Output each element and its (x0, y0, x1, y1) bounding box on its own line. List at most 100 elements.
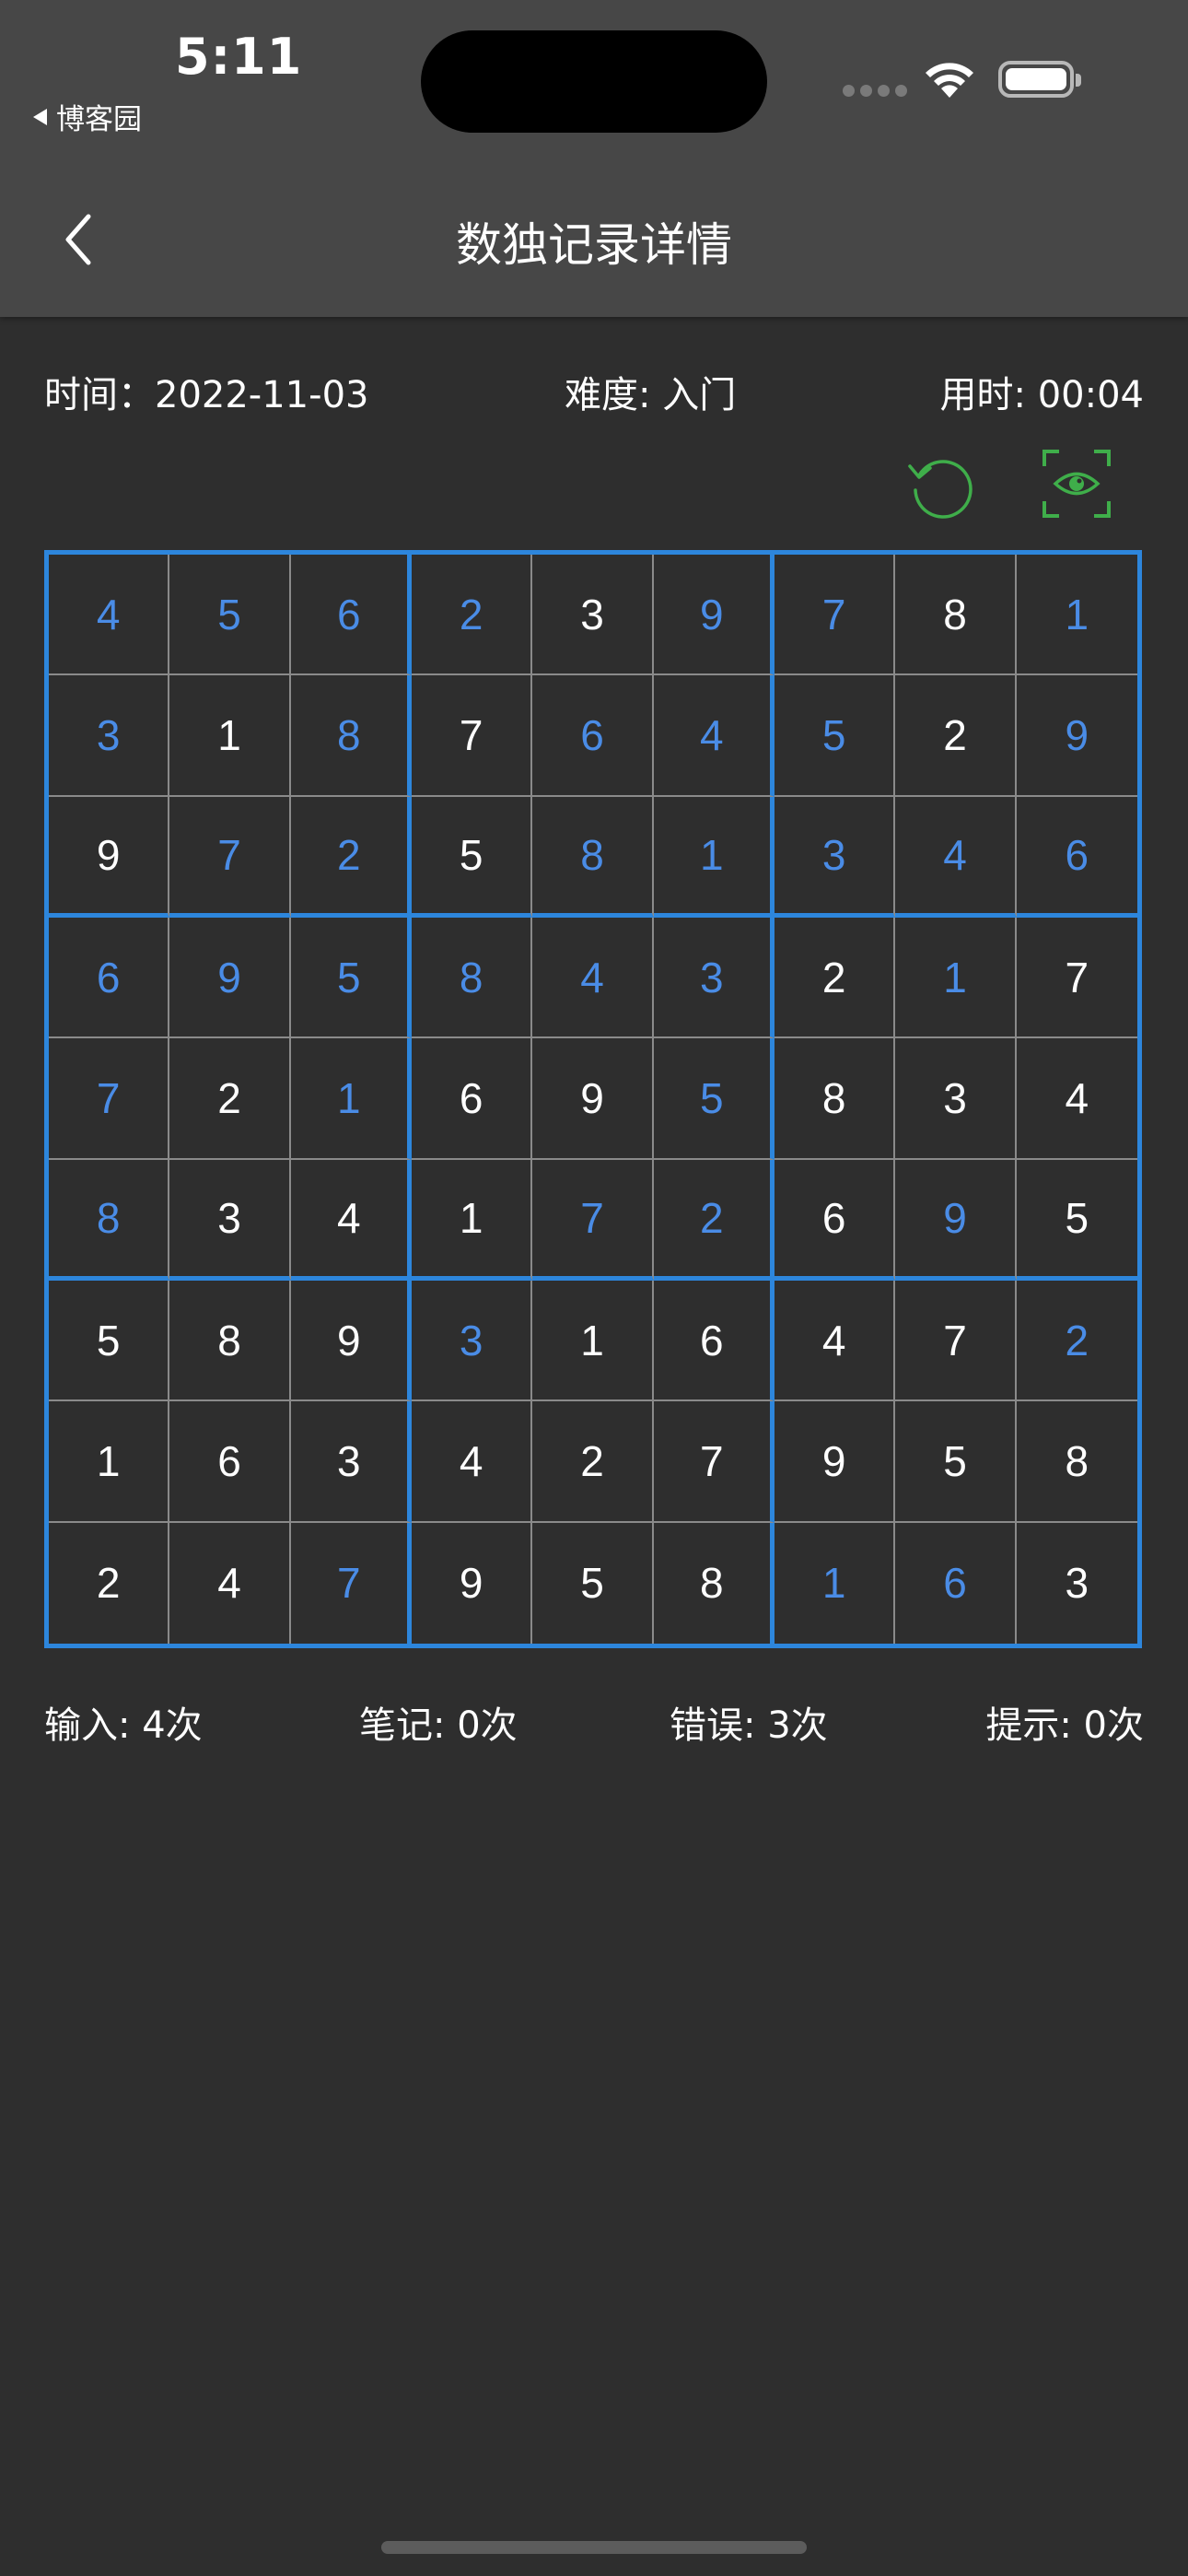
sudoku-board: 4562397813187645299725813466958432177216… (44, 550, 1142, 1648)
sudoku-cell-r2c8[interactable]: 2 (895, 675, 1017, 797)
sudoku-cell-r9c9[interactable]: 3 (1017, 1523, 1137, 1644)
sudoku-cell-r1c3[interactable]: 6 (290, 555, 412, 676)
sudoku-cell-r8c3[interactable]: 3 (290, 1401, 412, 1523)
sudoku-cell-r2c9[interactable]: 9 (1016, 675, 1137, 797)
sudoku-cell-r5c3[interactable]: 1 (290, 1038, 412, 1160)
sudoku-cell-r1c8[interactable]: 8 (895, 555, 1017, 676)
sudoku-cell-r8c6[interactable]: 7 (653, 1401, 775, 1523)
sudoku-cell-r5c4[interactable]: 6 (411, 1038, 533, 1160)
sudoku-cell-r8c8[interactable]: 5 (895, 1401, 1017, 1523)
stat-hints-count: 提示: 0次 (985, 1704, 1144, 1747)
sudoku-cell-r3c5[interactable]: 8 (532, 796, 654, 918)
back-triangle-icon (33, 108, 47, 125)
eye-scan-icon[interactable] (1042, 450, 1111, 518)
duration-label: 用时: (939, 374, 1038, 416)
sudoku-cell-r2c7[interactable]: 5 (774, 675, 896, 797)
sudoku-cell-r2c2[interactable]: 1 (169, 675, 291, 797)
sudoku-cell-r7c6[interactable]: 6 (653, 1280, 775, 1402)
sudoku-cell-r1c9[interactable]: 1 (1016, 555, 1137, 676)
sudoku-cell-r6c8[interactable]: 9 (895, 1159, 1017, 1281)
sudoku-cell-r4c7[interactable]: 2 (774, 917, 896, 1039)
sudoku-cell-r8c1[interactable]: 1 (49, 1401, 170, 1523)
sudoku-cell-r5c1[interactable]: 7 (49, 1038, 170, 1160)
sudoku-cell-r9c5[interactable]: 5 (532, 1522, 654, 1644)
sudoku-cell-r4c1[interactable]: 6 (49, 917, 170, 1039)
sudoku-cell-r9c6[interactable]: 8 (654, 1522, 775, 1644)
sudoku-cell-r4c9[interactable]: 7 (1016, 918, 1137, 1039)
sudoku-cell-r2c4[interactable]: 7 (411, 675, 533, 797)
record-duration: 用时: 00:04 (940, 365, 1144, 418)
sudoku-cell-r8c5[interactable]: 2 (532, 1401, 654, 1523)
sudoku-cell-r9c3[interactable]: 7 (291, 1522, 412, 1644)
sudoku-cell-r7c3[interactable]: 9 (290, 1280, 412, 1402)
sudoku-cell-r1c6[interactable]: 9 (653, 555, 775, 676)
sudoku-cell-r3c2[interactable]: 7 (169, 796, 291, 918)
sudoku-cell-r3c7[interactable]: 3 (774, 796, 896, 918)
sudoku-cell-r2c3[interactable]: 8 (290, 675, 412, 797)
page-title: 数独记录详情 (456, 218, 732, 272)
sudoku-cell-r1c1[interactable]: 4 (49, 555, 170, 676)
sudoku-cell-r7c7[interactable]: 4 (774, 1280, 896, 1402)
sudoku-cell-r6c2[interactable]: 3 (169, 1159, 291, 1281)
sudoku-cell-r6c5[interactable]: 7 (532, 1159, 654, 1281)
sudoku-cell-r7c1[interactable]: 5 (49, 1280, 170, 1402)
sudoku-cell-r4c5[interactable]: 4 (532, 917, 654, 1039)
sudoku-cell-r3c9[interactable]: 6 (1016, 797, 1137, 918)
sudoku-cell-r4c4[interactable]: 8 (411, 917, 533, 1039)
sudoku-cell-r1c4[interactable]: 2 (411, 555, 533, 676)
sudoku-cell-r3c3[interactable]: 2 (290, 796, 412, 918)
sudoku-cell-r9c1[interactable]: 2 (49, 1522, 170, 1644)
cellular-signal-icon (843, 85, 907, 97)
date-label: 时间： (44, 374, 155, 416)
sudoku-cell-r6c9[interactable]: 5 (1016, 1160, 1137, 1281)
sudoku-cell-r9c8[interactable]: 6 (895, 1522, 1017, 1644)
sudoku-cell-r8c2[interactable]: 6 (169, 1401, 291, 1523)
sudoku-cell-r3c1[interactable]: 9 (49, 796, 170, 918)
difficulty-value: 入门 (662, 374, 737, 416)
sudoku-cell-r7c9[interactable]: 2 (1016, 1281, 1137, 1402)
sudoku-cell-r4c3[interactable]: 5 (290, 917, 412, 1039)
sudoku-cell-r9c2[interactable]: 4 (169, 1522, 291, 1644)
stat-errors-count: 错误: 3次 (670, 1704, 828, 1747)
sudoku-cell-r8c9[interactable]: 8 (1016, 1401, 1137, 1523)
sudoku-cell-r8c4[interactable]: 4 (411, 1401, 533, 1523)
sudoku-cell-r7c2[interactable]: 8 (169, 1280, 291, 1402)
sudoku-cell-r5c7[interactable]: 8 (774, 1038, 896, 1160)
sudoku-cell-r3c4[interactable]: 5 (411, 796, 533, 918)
sudoku-cell-r5c8[interactable]: 3 (895, 1038, 1017, 1160)
sudoku-cell-r3c8[interactable]: 4 (895, 796, 1017, 918)
sudoku-cell-r5c6[interactable]: 5 (653, 1038, 775, 1160)
sudoku-cell-r5c9[interactable]: 4 (1016, 1038, 1137, 1160)
sudoku-cell-r6c6[interactable]: 2 (653, 1159, 775, 1281)
record-date: 时间：2022-11-03 (44, 365, 368, 418)
back-to-app-link[interactable]: 博客园 (33, 96, 142, 137)
restart-icon[interactable] (904, 450, 978, 523)
sudoku-cell-r2c1[interactable]: 3 (49, 675, 170, 797)
sudoku-cell-r6c4[interactable]: 1 (411, 1159, 533, 1281)
stat-notes-count: 笔记: 0次 (359, 1704, 518, 1747)
sudoku-cell-r9c7[interactable]: 1 (775, 1522, 896, 1644)
sudoku-cell-r5c5[interactable]: 9 (532, 1038, 654, 1160)
sudoku-cell-r9c4[interactable]: 9 (412, 1522, 533, 1644)
sudoku-cell-r6c3[interactable]: 4 (290, 1159, 412, 1281)
sudoku-cell-r7c4[interactable]: 3 (411, 1280, 533, 1402)
sudoku-cell-r1c5[interactable]: 3 (532, 555, 654, 676)
sudoku-cell-r2c6[interactable]: 4 (653, 675, 775, 797)
sudoku-cell-r5c2[interactable]: 2 (169, 1038, 291, 1160)
sudoku-cell-r4c8[interactable]: 1 (895, 917, 1017, 1039)
sudoku-cell-r4c6[interactable]: 3 (653, 917, 775, 1039)
sudoku-cell-r2c5[interactable]: 6 (532, 675, 654, 797)
date-value: 2022-11-03 (155, 374, 369, 416)
sudoku-cell-r7c8[interactable]: 7 (895, 1280, 1017, 1402)
sudoku-cell-r1c2[interactable]: 5 (169, 555, 291, 676)
sudoku-cell-r1c7[interactable]: 7 (774, 555, 896, 676)
sudoku-cell-r3c6[interactable]: 1 (653, 796, 775, 918)
screen: 5:11 博客园 数独记录详情 时间：2022-11-03 难度: 入门 用时:… (0, 0, 1188, 2576)
sudoku-cell-r7c5[interactable]: 1 (532, 1280, 654, 1402)
sudoku-cell-r6c1[interactable]: 8 (49, 1159, 170, 1281)
battery-icon (998, 61, 1081, 98)
dynamic-island (421, 30, 767, 133)
sudoku-cell-r6c7[interactable]: 6 (774, 1159, 896, 1281)
sudoku-cell-r4c2[interactable]: 9 (169, 917, 291, 1039)
sudoku-cell-r8c7[interactable]: 9 (774, 1401, 896, 1523)
